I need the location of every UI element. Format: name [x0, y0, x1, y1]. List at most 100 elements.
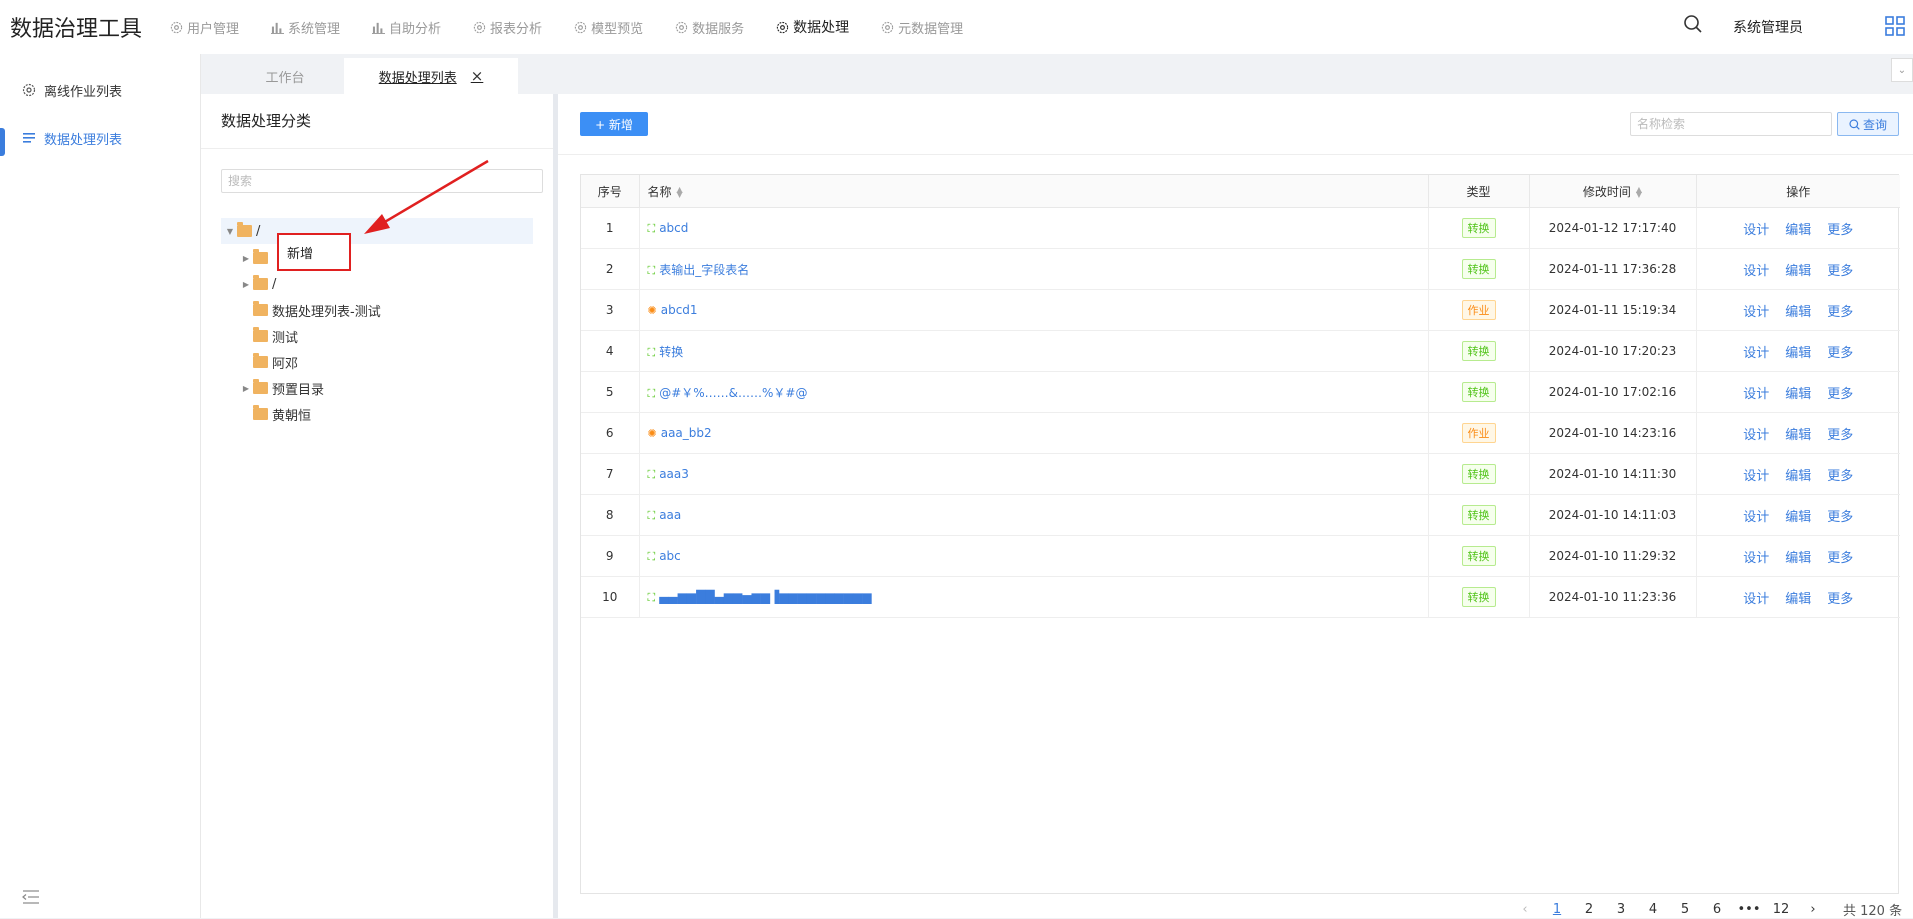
more-link[interactable]: 更多 [1827, 223, 1853, 238]
page-1[interactable]: 1 [1541, 902, 1573, 917]
name-link[interactable]: ▄▄▆▆██▄▆▆▅▆▆▐▆▆▆▆▆▆▆▆▆▆ [659, 590, 871, 604]
query-button[interactable]: 查询 [1837, 112, 1899, 136]
cell-time: 2024-01-10 14:11:30 [1529, 453, 1697, 495]
page-ellipsis[interactable]: ••• [1733, 902, 1765, 917]
edit-link[interactable]: 编辑 [1785, 346, 1811, 361]
design-link[interactable]: 设计 [1743, 223, 1769, 238]
tab-data-process-list[interactable]: 数据处理列表 × [344, 58, 518, 94]
sidebar-item-offline-jobs[interactable]: 离线作业列表 [0, 66, 200, 114]
more-link[interactable]: 更多 [1827, 428, 1853, 443]
tree-node[interactable]: ▶ 预置目录 [221, 375, 533, 401]
user-name[interactable]: 系统管理员 [1733, 17, 1803, 37]
cell-time: 2024-01-10 14:23:16 [1529, 412, 1697, 454]
tree-node[interactable]: ▶ [221, 245, 533, 271]
name-link[interactable]: @#￥%……&……%￥#@ [659, 386, 807, 400]
edit-link[interactable]: 编辑 [1785, 510, 1811, 525]
more-link[interactable]: 更多 [1827, 551, 1853, 566]
name-link[interactable]: aaa [659, 508, 681, 522]
context-menu-add[interactable]: 新增 [277, 233, 351, 271]
page-2[interactable]: 2 [1573, 902, 1605, 917]
nav-item-4[interactable]: 模型预览 [574, 18, 643, 37]
edit-link[interactable]: 编辑 [1785, 469, 1811, 484]
transform-icon: ⛶ [647, 386, 656, 400]
tree-node[interactable]: 数据处理列表-测试 [221, 297, 533, 323]
gear-icon [881, 21, 898, 34]
name-search-input[interactable] [1630, 112, 1832, 136]
cell-type: 转换 [1428, 371, 1530, 413]
tree-node[interactable]: 黄朝恒 [221, 401, 533, 427]
design-link[interactable]: 设计 [1743, 305, 1769, 320]
tree-node[interactable]: ▶ / [221, 271, 533, 297]
nav-item-0[interactable]: 用户管理 [170, 18, 239, 37]
cell-no: 1 [581, 207, 640, 249]
tree-node[interactable]: 阿邓 [221, 349, 533, 375]
name-link[interactable]: 表输出_字段表名 [659, 263, 749, 277]
design-link[interactable]: 设计 [1743, 551, 1769, 566]
design-link[interactable]: 设计 [1743, 510, 1769, 525]
more-link[interactable]: 更多 [1827, 510, 1853, 525]
caret-right-icon[interactable]: ▶ [239, 280, 253, 289]
tab-workbench[interactable]: 工作台 [240, 58, 330, 94]
design-link[interactable]: 设计 [1743, 428, 1769, 443]
page-4[interactable]: 4 [1637, 902, 1669, 917]
cell-name: ✺ aaa_bb2 [639, 412, 1429, 454]
more-link[interactable]: 更多 [1827, 387, 1853, 402]
name-link[interactable]: abcd [659, 221, 688, 235]
cell-actions: 设计 编辑 更多 [1696, 453, 1900, 495]
edit-link[interactable]: 编辑 [1785, 428, 1811, 443]
design-link[interactable]: 设计 [1743, 592, 1769, 607]
prev-page-button[interactable]: ‹ [1509, 902, 1541, 917]
nav-item-5[interactable]: 数据服务 [675, 18, 744, 37]
tree-node[interactable]: 测试 [221, 323, 533, 349]
sort-icon[interactable]: ▲ ▼ [1636, 186, 1642, 199]
name-link[interactable]: abc [659, 549, 681, 563]
edit-link[interactable]: 编辑 [1785, 551, 1811, 566]
edit-link[interactable]: 编辑 [1785, 592, 1811, 607]
edit-link[interactable]: 编辑 [1785, 305, 1811, 320]
nav-item-3[interactable]: 报表分析 [473, 18, 542, 37]
type-badge: 转换 [1461, 259, 1496, 279]
transform-icon: ⛶ [647, 590, 656, 604]
edit-link[interactable]: 编辑 [1785, 223, 1811, 238]
table-row: 5 ⛶ @#￥%……&……%￥#@ 转换 2024-01-10 17:02:16 设计 编辑… [581, 371, 1900, 413]
name-link[interactable]: aaa3 [659, 467, 689, 481]
nav-item-6[interactable]: 数据处理 [776, 17, 849, 37]
nav-item-1[interactable]: 系统管理 [271, 18, 340, 37]
chevron-down-icon[interactable]: ⌄ [1891, 58, 1913, 82]
design-link[interactable]: 设计 [1743, 469, 1769, 484]
caret-right-icon[interactable]: ▶ [239, 254, 253, 263]
app-grid-icon[interactable] [1885, 16, 1905, 40]
cell-time: 2024-01-12 17:17:40 [1529, 207, 1697, 249]
more-link[interactable]: 更多 [1827, 469, 1853, 484]
more-link[interactable]: 更多 [1827, 264, 1853, 279]
nav-item-7[interactable]: 元数据管理 [881, 18, 963, 37]
edit-link[interactable]: 编辑 [1785, 264, 1811, 279]
add-button[interactable]: + 新增 [580, 112, 648, 136]
close-icon[interactable]: × [471, 67, 484, 85]
page-5[interactable]: 5 [1669, 902, 1701, 917]
more-link[interactable]: 更多 [1827, 346, 1853, 361]
bar-chart-icon [372, 21, 389, 34]
name-link[interactable]: aaa_bb2 [661, 426, 712, 440]
search-icon[interactable] [1683, 14, 1703, 38]
page-3[interactable]: 3 [1605, 902, 1637, 917]
collapse-sidebar-icon[interactable] [22, 890, 40, 908]
sidebar-item-data-process-list[interactable]: 数据处理列表 [0, 114, 200, 162]
nav-item-2[interactable]: 自助分析 [372, 18, 441, 37]
name-link[interactable]: abcd1 [661, 303, 698, 317]
design-link[interactable]: 设计 [1743, 346, 1769, 361]
column-header-name[interactable]: 名称 ▲ ▼ [639, 175, 1429, 208]
more-link[interactable]: 更多 [1827, 305, 1853, 320]
page-6[interactable]: 6 [1701, 902, 1733, 917]
page-12[interactable]: 12 [1765, 902, 1797, 917]
next-page-button[interactable]: › [1797, 902, 1829, 917]
sort-icon[interactable]: ▲ ▼ [677, 186, 683, 199]
column-header-time[interactable]: 修改时间 ▲ ▼ [1529, 175, 1697, 208]
edit-link[interactable]: 编辑 [1785, 387, 1811, 402]
caret-down-icon[interactable]: ▼ [223, 227, 237, 236]
name-link[interactable]: 转换 [659, 345, 683, 359]
more-link[interactable]: 更多 [1827, 592, 1853, 607]
design-link[interactable]: 设计 [1743, 387, 1769, 402]
caret-right-icon[interactable]: ▶ [239, 384, 253, 393]
design-link[interactable]: 设计 [1743, 264, 1769, 279]
